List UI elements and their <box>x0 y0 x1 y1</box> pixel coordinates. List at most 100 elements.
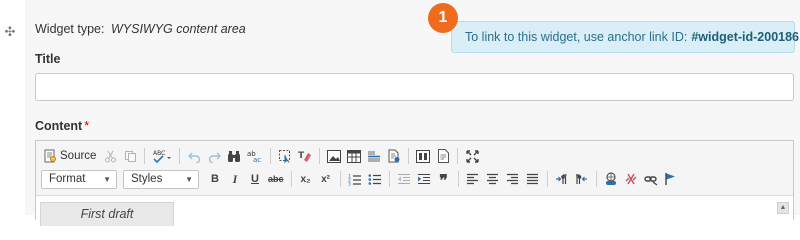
source-button-label: Source <box>60 150 97 162</box>
show-blocks-button[interactable] <box>413 146 433 166</box>
first-block-label: First draft <box>40 202 174 226</box>
indent-icon <box>417 173 430 184</box>
flag-anchor-button[interactable] <box>661 169 681 189</box>
undo-button[interactable] <box>184 146 204 166</box>
find-button[interactable] <box>224 146 244 166</box>
drag-handle-icon[interactable]: ✣ <box>3 25 17 39</box>
text-direction-rtl-button[interactable] <box>572 169 592 189</box>
svg-text:T: T <box>298 151 305 161</box>
file-icon <box>388 149 400 163</box>
widget-type-label: Widget type: <box>35 22 105 36</box>
align-left-icon <box>467 173 479 185</box>
unlink-button[interactable] <box>621 169 641 189</box>
spellcheck-icon: ABC <box>153 150 172 163</box>
editor-content-area[interactable]: First draft ▲ <box>36 195 793 226</box>
redo-button[interactable] <box>204 146 224 166</box>
chevron-down-icon: ▼ <box>185 174 193 184</box>
title-input[interactable] <box>35 73 794 101</box>
blockquote-button[interactable]: ❞ <box>434 169 454 190</box>
binoculars-icon <box>228 150 241 162</box>
toolbar-separator <box>457 148 459 164</box>
preview-icon <box>437 149 449 163</box>
align-center-button[interactable] <box>483 169 503 189</box>
undo-icon <box>187 152 201 163</box>
source-button[interactable]: Source <box>41 146 100 166</box>
format-dropdown[interactable]: Format ▼ <box>41 169 117 189</box>
required-mark: * <box>84 119 90 133</box>
replace-icon: ab ac <box>247 150 261 163</box>
toolbar-separator <box>388 171 390 187</box>
decrease-indent-button[interactable] <box>394 169 414 189</box>
show-blocks-icon <box>416 149 431 163</box>
remove-format-button[interactable]: T <box>295 146 315 166</box>
toolbar-separator <box>339 171 341 187</box>
italic-button[interactable]: I <box>225 169 245 189</box>
toolbar-separator <box>290 171 292 187</box>
superscript-button[interactable]: x² <box>316 169 336 189</box>
redo-icon <box>208 152 221 163</box>
callout-badge: 1 <box>428 3 458 33</box>
editor-toolbar-row-2: Format ▼ Styles ▼ B I U abc x₂ x² 1 2 3 <box>41 168 681 190</box>
scissors-icon <box>104 150 116 162</box>
spellcheck-button[interactable]: ABC <box>149 146 175 166</box>
increase-indent-button[interactable] <box>414 169 434 189</box>
select-all-button[interactable] <box>275 146 295 166</box>
justify-icon <box>527 173 539 185</box>
toolbar-separator <box>546 171 548 187</box>
rich-text-editor: Source ABC ab ac T Format ▼ Styles ▼ B I… <box>35 140 794 226</box>
subscript-button[interactable]: x₂ <box>296 169 316 189</box>
link-button[interactable] <box>601 169 621 189</box>
anchor-button[interactable] <box>641 169 661 189</box>
anchor-link-id[interactable]: #widget-id-200186 <box>691 30 799 44</box>
source-icon <box>44 149 56 163</box>
styles-dropdown[interactable]: Styles ▼ <box>123 169 199 189</box>
maximize-icon <box>466 149 479 163</box>
align-right-icon <box>507 173 519 185</box>
rtl-icon <box>576 174 588 184</box>
anchor-link-text: To link to this widget, use anchor link … <box>465 30 688 44</box>
align-center-icon <box>487 173 499 185</box>
preview-button[interactable] <box>433 146 453 166</box>
table-button[interactable] <box>344 146 364 166</box>
cut-button[interactable] <box>100 146 120 166</box>
toolbar-separator <box>270 148 272 164</box>
widget-type-name: WYSIWYG content area <box>110 22 246 36</box>
copy-button[interactable] <box>120 146 140 166</box>
content-label: Content * <box>35 119 89 133</box>
horizontal-rule-button[interactable] <box>364 146 384 166</box>
replace-button[interactable]: ab ac <box>244 146 266 166</box>
numbered-list-button[interactable]: 1 2 3 <box>345 169 365 189</box>
scroll-up-icon[interactable]: ▲ <box>777 202 789 214</box>
content-label-text: Content <box>35 119 83 133</box>
align-left-button[interactable] <box>463 169 483 189</box>
horizontal-rule-icon <box>368 151 381 161</box>
maximize-button[interactable] <box>462 146 482 166</box>
eraser-icon: T <box>298 151 312 162</box>
chevron-down-icon: ▼ <box>103 174 111 184</box>
numbered-list-icon: 1 2 3 <box>348 173 361 186</box>
select-all-icon <box>279 150 291 163</box>
underline-button[interactable]: U <box>245 169 265 189</box>
anchor-link-info: To link to this widget, use anchor link … <box>451 21 799 53</box>
flag-icon <box>665 173 676 185</box>
ltr-icon <box>556 174 567 184</box>
table-icon <box>347 149 362 163</box>
toolbar-separator <box>595 171 597 187</box>
align-right-button[interactable] <box>503 169 523 189</box>
svg-text:ABC: ABC <box>153 150 165 157</box>
unlink-icon <box>624 173 637 185</box>
image-button[interactable] <box>324 146 344 166</box>
justify-button[interactable] <box>523 169 543 189</box>
bold-button[interactable]: B <box>205 169 225 189</box>
outdent-icon <box>397 173 410 184</box>
link-icon <box>605 172 616 185</box>
copy-icon <box>124 150 136 162</box>
bulleted-list-icon <box>368 173 381 185</box>
strikethrough-button[interactable]: abc <box>265 169 287 189</box>
bulleted-list-button[interactable] <box>365 169 385 189</box>
toolbar-separator <box>319 148 321 164</box>
toolbar-separator <box>457 171 459 187</box>
toolbar-separator <box>408 148 410 164</box>
text-direction-ltr-button[interactable] <box>552 169 572 189</box>
insert-file-button[interactable] <box>384 146 404 166</box>
